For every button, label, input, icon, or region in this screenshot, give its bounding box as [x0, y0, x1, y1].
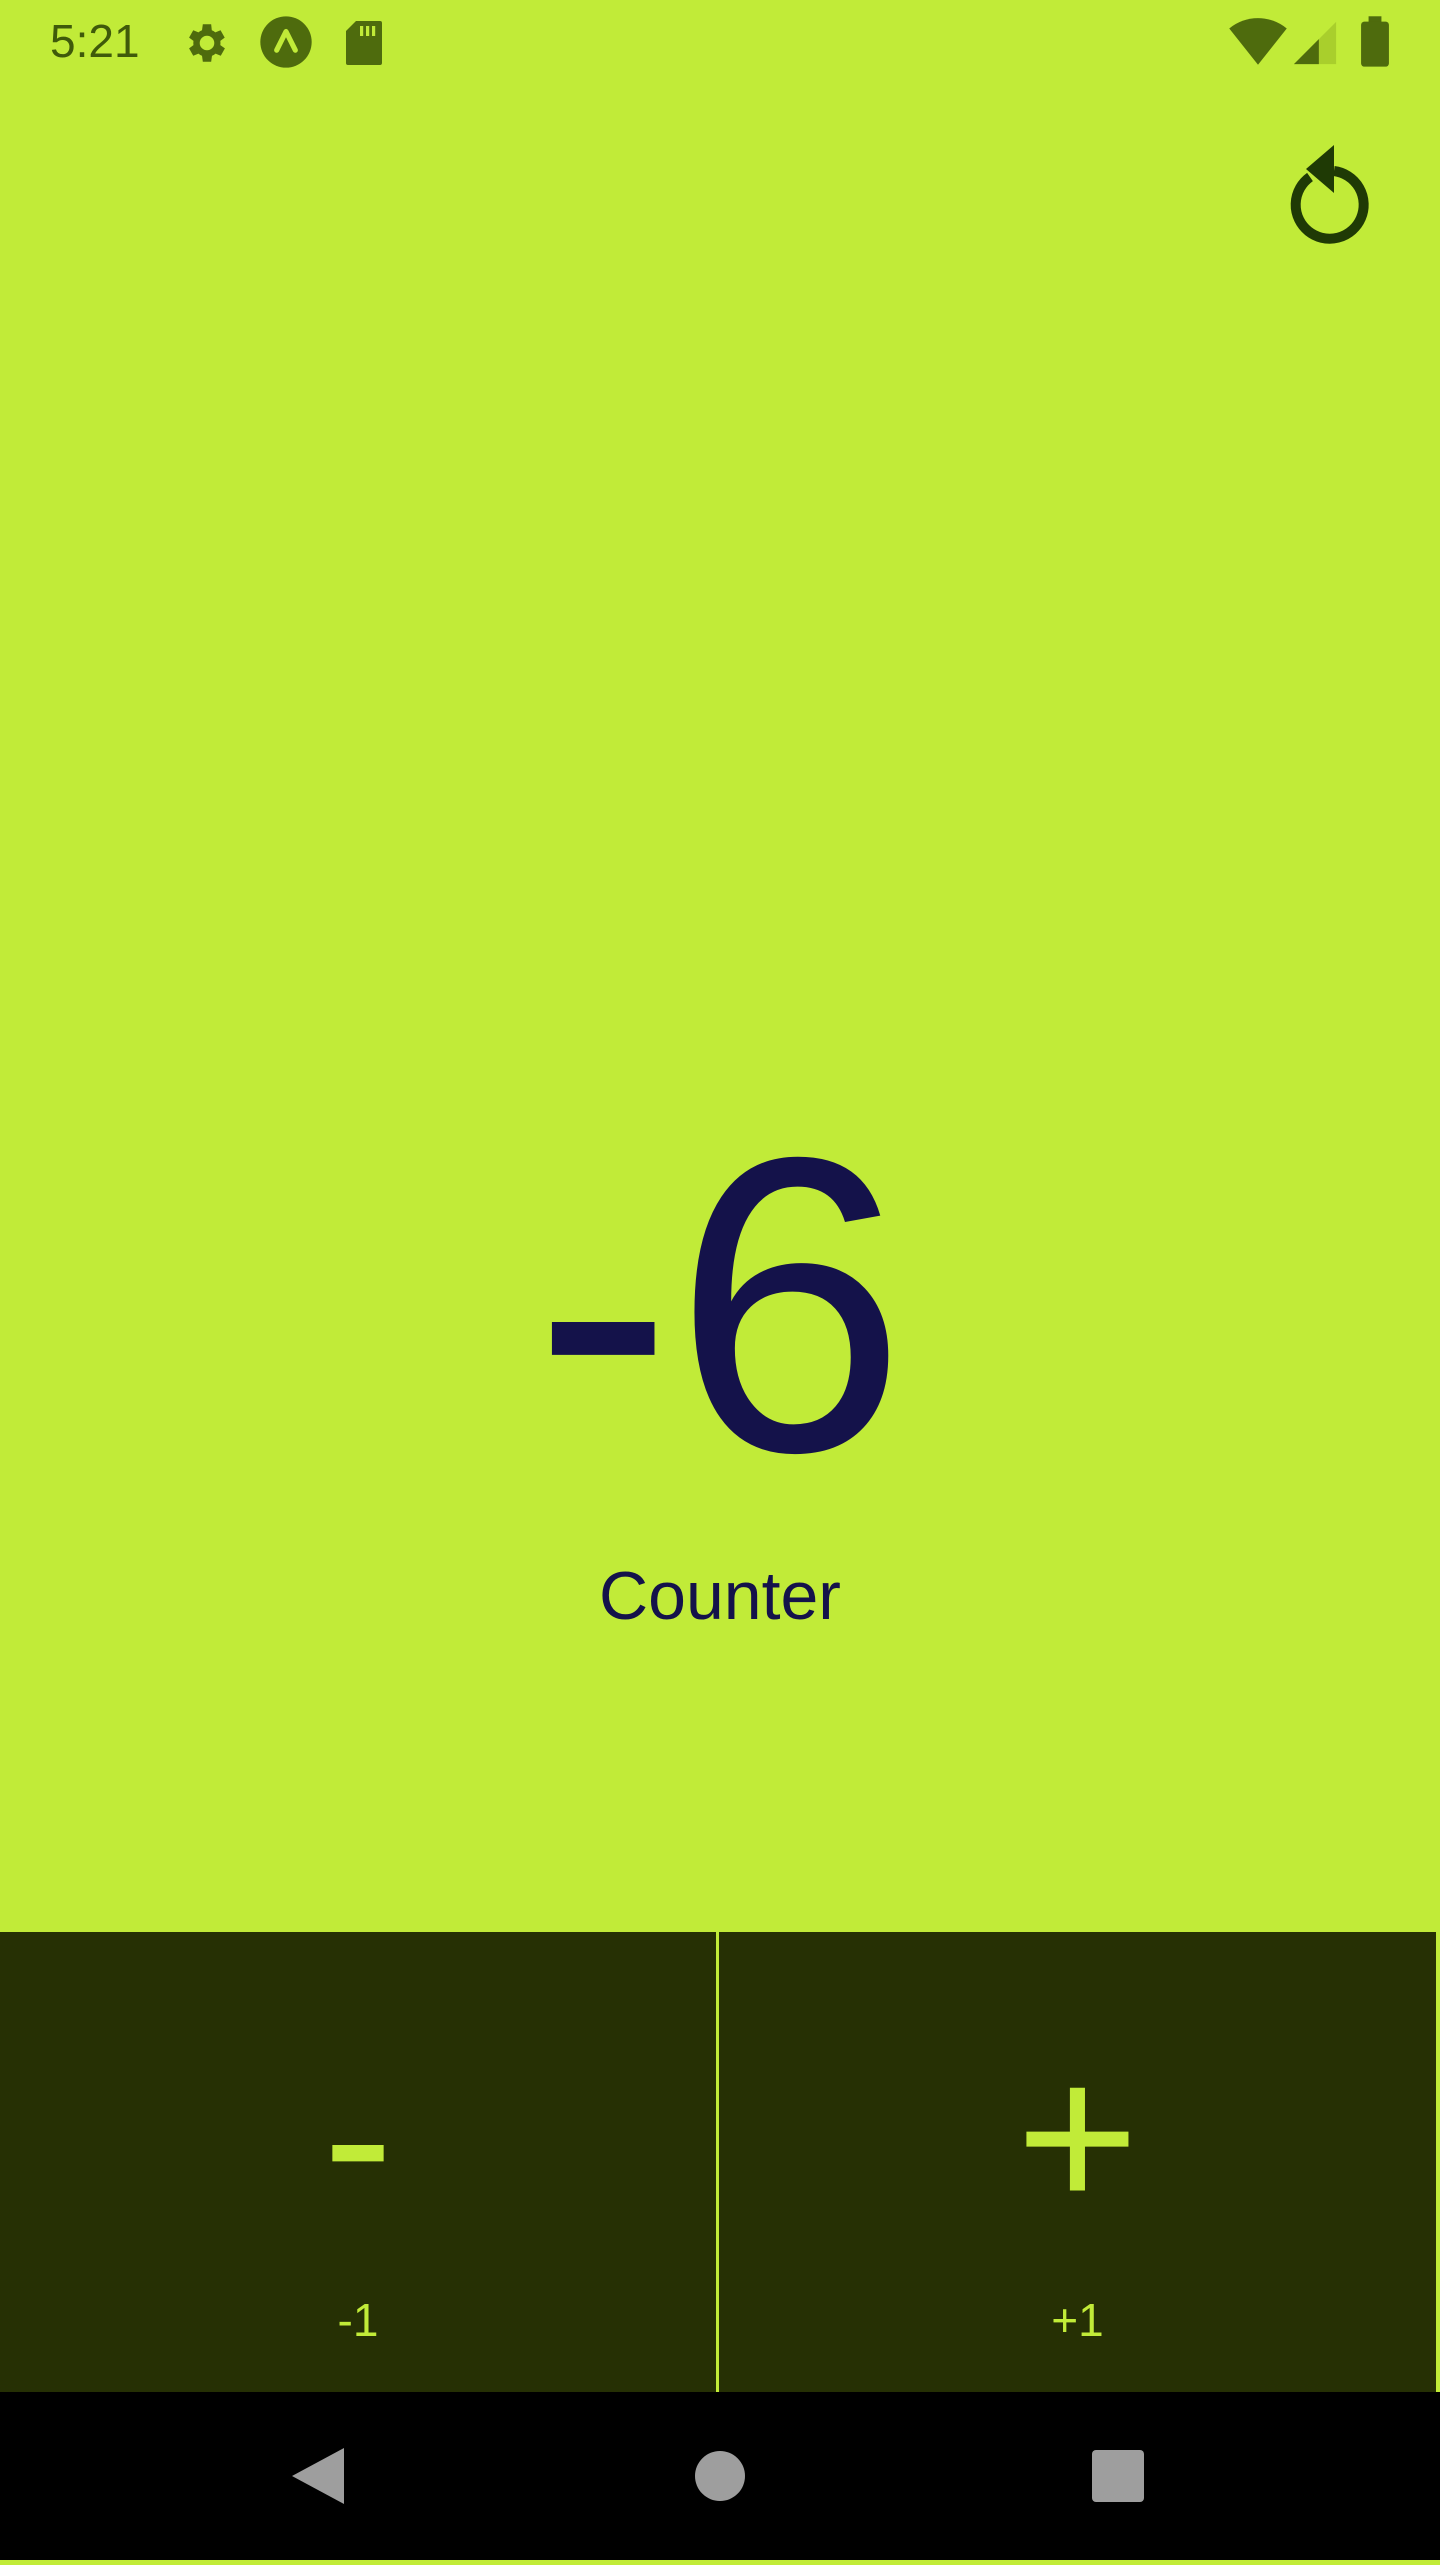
sd-card-icon [346, 21, 382, 65]
decrement-button[interactable]: - -1 [0, 1932, 716, 2392]
navigation-bar [0, 2392, 1440, 2560]
recents-button[interactable] [1038, 2392, 1198, 2560]
counter-label: Counter [599, 1558, 841, 1634]
decrement-symbol: - [323, 2019, 393, 2254]
back-icon [292, 2448, 344, 2504]
reset-button[interactable] [1260, 136, 1380, 256]
app-area: -6 Counter [0, 86, 1440, 1932]
increment-symbol: + [1016, 2019, 1139, 2254]
status-time: 5:21 [50, 15, 140, 67]
home-button[interactable] [640, 2392, 800, 2560]
home-icon [695, 2451, 745, 2501]
reset-icon [1290, 145, 1369, 244]
decrement-label: -1 [337, 2294, 379, 2346]
wifi-icon [1229, 18, 1287, 65]
status-bar: 5:21 [0, 0, 1440, 86]
app-notification-icon [260, 16, 312, 68]
counter-value: -6 [533, 1071, 907, 1540]
increment-button[interactable]: + +1 [719, 1932, 1436, 2392]
back-button[interactable] [238, 2392, 398, 2560]
cell-signal-icon [1293, 21, 1337, 65]
counter-buttons: - -1 + +1 [0, 1932, 1440, 2392]
battery-icon [1361, 16, 1389, 67]
settings-icon [189, 24, 225, 62]
increment-label: +1 [1051, 2294, 1104, 2346]
recents-icon [1092, 2450, 1144, 2502]
